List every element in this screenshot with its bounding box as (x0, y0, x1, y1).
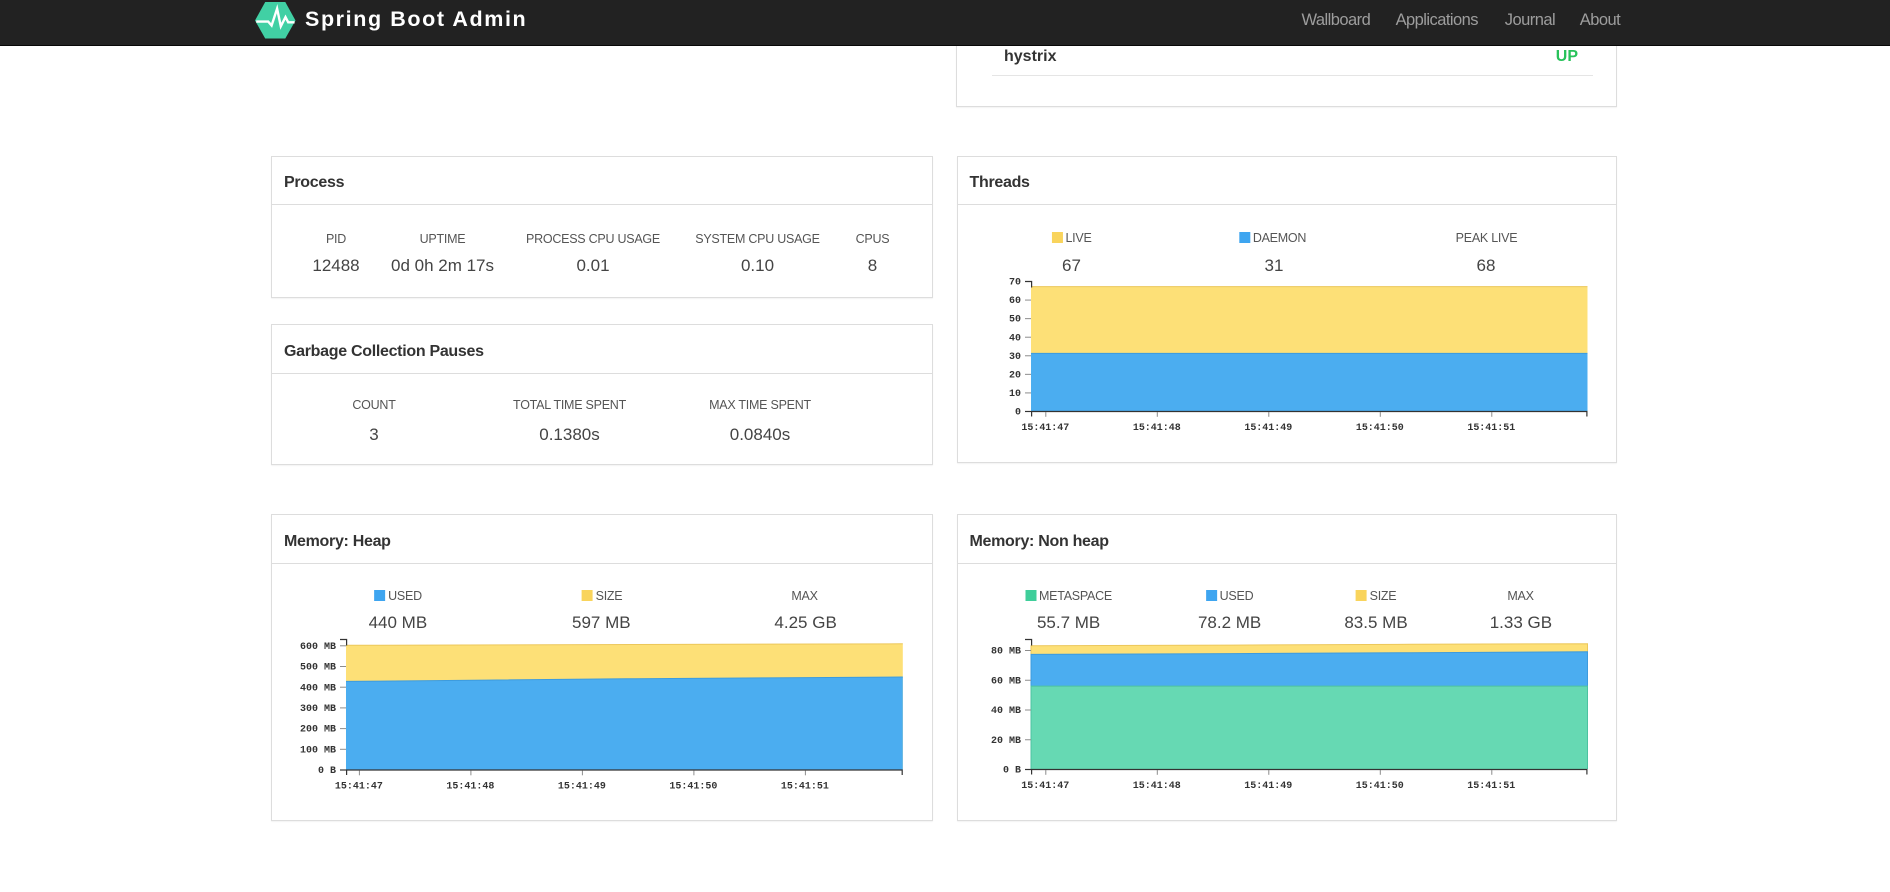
svg-text:20: 20 (1009, 370, 1021, 381)
svg-text:40 MB: 40 MB (990, 706, 1020, 717)
svg-text:40: 40 (1009, 333, 1021, 344)
svg-text:80 MB: 80 MB (990, 647, 1020, 658)
svg-text:60: 60 (1009, 295, 1021, 306)
svg-text:0 B: 0 B (318, 765, 336, 776)
svg-text:100 MB: 100 MB (300, 744, 336, 755)
svg-text:15:41:50: 15:41:50 (669, 780, 717, 791)
svg-text:600 MB: 600 MB (300, 641, 336, 652)
svg-text:15:41:50: 15:41:50 (1355, 781, 1403, 792)
svg-text:0: 0 (1015, 407, 1021, 418)
svg-text:60 MB: 60 MB (990, 676, 1020, 687)
svg-text:15:41:48: 15:41:48 (1132, 781, 1180, 792)
svg-text:15:41:48: 15:41:48 (446, 780, 494, 791)
svg-text:300 MB: 300 MB (300, 703, 336, 714)
svg-text:15:41:50: 15:41:50 (1355, 422, 1403, 433)
svg-text:20 MB: 20 MB (990, 736, 1020, 747)
svg-text:15:41:51: 15:41:51 (1467, 781, 1515, 792)
svg-text:50: 50 (1009, 314, 1021, 325)
svg-text:15:41:47: 15:41:47 (335, 780, 383, 791)
svg-text:15:41:47: 15:41:47 (1021, 422, 1069, 433)
svg-text:30: 30 (1009, 351, 1021, 362)
svg-text:10: 10 (1009, 388, 1021, 399)
svg-text:15:41:47: 15:41:47 (1021, 781, 1069, 792)
svg-text:15:41:49: 15:41:49 (1244, 781, 1292, 792)
svg-text:15:41:48: 15:41:48 (1132, 422, 1180, 433)
svg-text:15:41:49: 15:41:49 (1244, 422, 1292, 433)
svg-text:70: 70 (1009, 277, 1021, 288)
svg-text:200 MB: 200 MB (300, 724, 336, 735)
svg-text:500 MB: 500 MB (300, 662, 336, 673)
svg-text:15:41:51: 15:41:51 (781, 780, 829, 791)
svg-text:15:41:49: 15:41:49 (558, 780, 606, 791)
svg-text:400 MB: 400 MB (300, 682, 336, 693)
svg-text:15:41:51: 15:41:51 (1467, 422, 1515, 433)
svg-text:0 B: 0 B (1002, 766, 1020, 777)
